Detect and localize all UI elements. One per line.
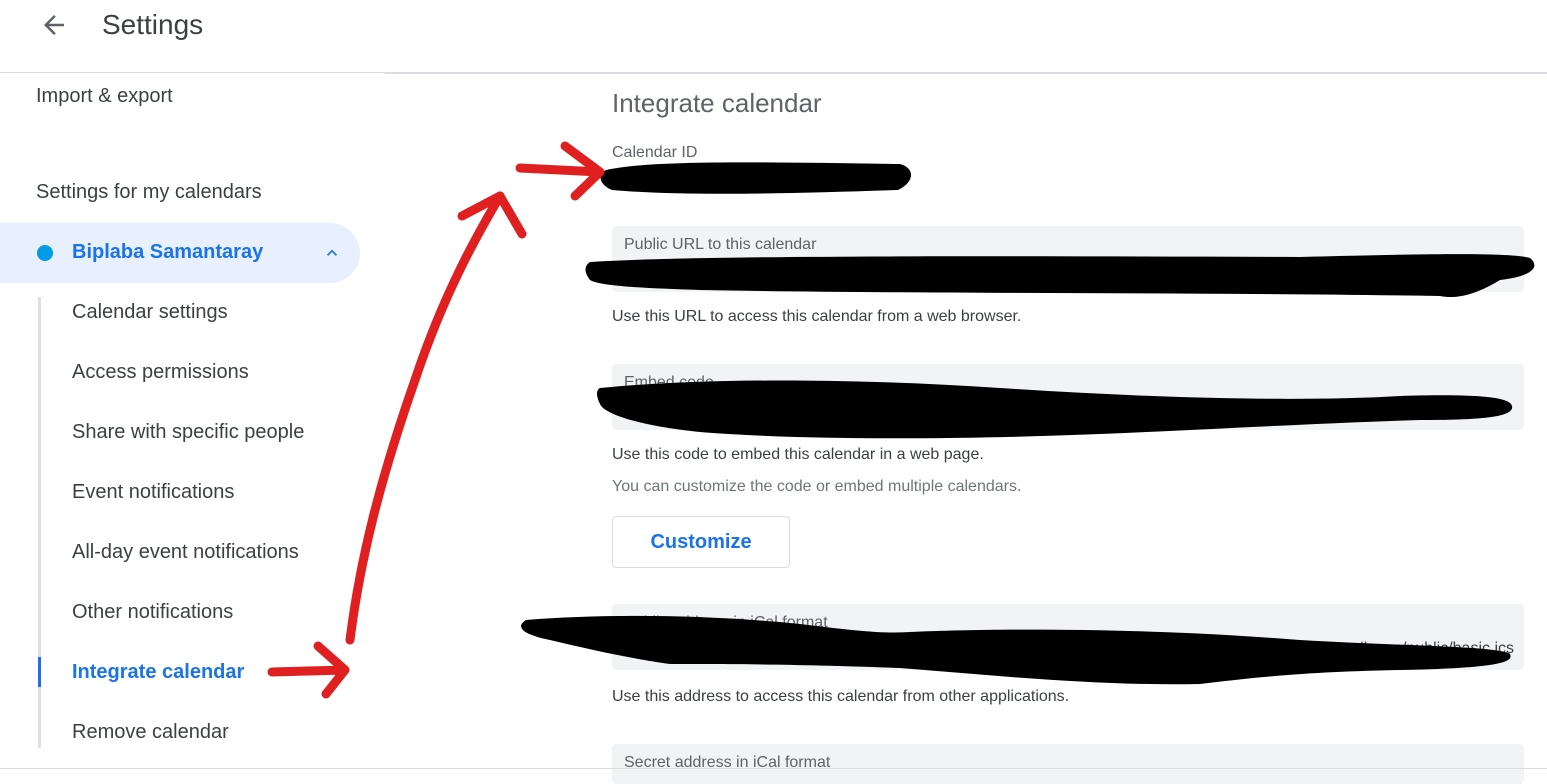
- public-url-description: Use this URL to access this calendar fro…: [612, 308, 1022, 325]
- secret-ical-field[interactable]: Secret address in iCal format: [612, 744, 1524, 784]
- integrate-calendar-section: Integrate calendar Calendar ID Public UR…: [385, 74, 1547, 784]
- customize-button[interactable]: Customize: [612, 516, 790, 568]
- embed-code-label: Embed code: [624, 374, 714, 391]
- calendar-name: Biplaba Samantaray: [72, 241, 264, 263]
- sidebar-item-remove-calendar[interactable]: Remove calendar: [72, 721, 229, 744]
- chevron-up-icon[interactable]: [322, 243, 342, 263]
- secret-ical-label: Secret address in iCal format: [624, 754, 831, 771]
- calendar-entry[interactable]: Biplaba Samantaray: [0, 223, 360, 283]
- section-title: Integrate calendar: [612, 88, 822, 118]
- my-calendars-heading: Settings for my calendars: [36, 181, 262, 203]
- sidebar-item-all-day-notifications[interactable]: All-day event notifications: [72, 541, 299, 564]
- back-button[interactable]: [36, 8, 72, 42]
- settings-sidebar: Import & export Settings for my calendar…: [0, 73, 385, 771]
- public-ical-value[interactable]: gmail.com/public/basic.ics: [624, 640, 1514, 658]
- public-url-field[interactable]: Public URL to this calendar: [612, 226, 1524, 292]
- settings-header: Settings: [0, 0, 1547, 72]
- public-ical-label: Public address in iCal format: [624, 614, 828, 631]
- bottom-divider: [0, 768, 1547, 769]
- calendar-id-label: Calendar ID: [612, 144, 698, 161]
- page-title: Settings: [102, 9, 204, 40]
- public-ical-description: Use this address to access this calendar…: [612, 688, 1070, 705]
- sidebar-item-integrate-calendar[interactable]: Integrate calendar: [72, 661, 244, 684]
- sidebar-item-share-with-people[interactable]: Share with specific people: [72, 421, 304, 444]
- sidebar-item-calendar-settings[interactable]: Calendar settings: [72, 301, 228, 324]
- sidebar-item-event-notifications[interactable]: Event notifications: [72, 481, 234, 504]
- public-url-label: Public URL to this calendar: [624, 236, 817, 253]
- embed-description: Use this code to embed this calendar in …: [612, 446, 984, 463]
- sidebar-item-other-notifications[interactable]: Other notifications: [72, 601, 233, 624]
- public-ical-field[interactable]: Public address in iCal format gmail.com/…: [612, 604, 1524, 670]
- arrow-back-icon: [44, 15, 64, 35]
- subnav-active-indicator: [38, 657, 41, 687]
- sidebar-item-import-export[interactable]: Import & export: [36, 85, 173, 108]
- calendar-color-dot: [37, 245, 53, 261]
- embed-code-field[interactable]: Embed code: [612, 364, 1524, 430]
- sidebar-item-access-permissions[interactable]: Access permissions: [72, 361, 249, 384]
- embed-hint: You can customize the code or embed mult…: [612, 478, 1022, 495]
